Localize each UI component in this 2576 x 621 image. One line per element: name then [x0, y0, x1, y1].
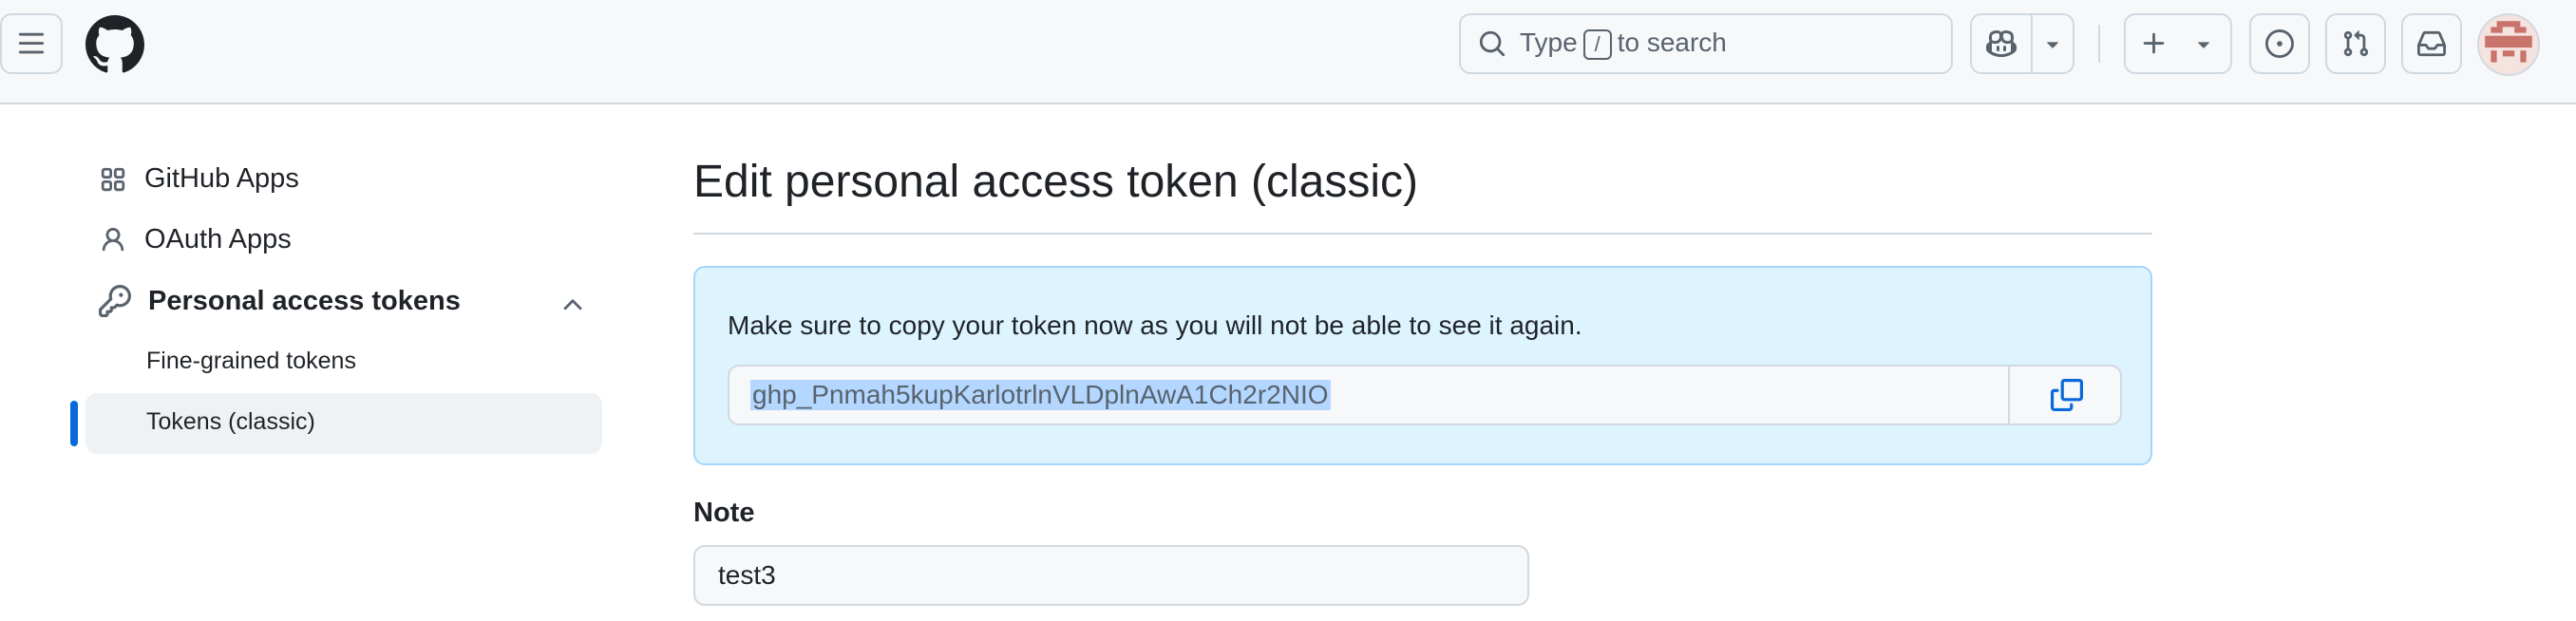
your-issues-button[interactable]: [2249, 13, 2310, 74]
sidebar-item-oauth-apps[interactable]: OAuth Apps: [99, 224, 292, 255]
issue-opened-icon: [2265, 29, 2294, 58]
header-divider: [2098, 25, 2100, 63]
search-prefix-text: Type: [1520, 28, 1578, 57]
triangle-down-icon: [2047, 42, 2058, 48]
your-pull-requests-button[interactable]: [2325, 13, 2386, 74]
hamburger-icon: [18, 32, 45, 54]
sidebar-subitem-tokens-classic[interactable]: Tokens (classic): [146, 408, 315, 436]
page-title: Edit personal access token (classic): [693, 157, 1418, 207]
sidebar-subitem-fine-grained-tokens[interactable]: Fine-grained tokens: [146, 348, 356, 375]
global-header: Type / to search: [0, 0, 2576, 104]
flash-message: Make sure to copy your token now as you …: [728, 310, 1582, 340]
apps-icon: [101, 167, 125, 191]
sidebar-item-label: Personal access tokens: [148, 285, 461, 316]
sidebar-subitem-label: Tokens (classic): [146, 408, 315, 435]
person-icon: [102, 227, 124, 251]
copilot-icon: [1986, 29, 2017, 58]
sidebar-item-github-apps[interactable]: GitHub Apps: [99, 163, 299, 195]
copy-token-button[interactable]: [2008, 367, 2120, 423]
key-icon: [99, 285, 131, 317]
git-pull-request-icon: [2343, 30, 2369, 57]
plus-icon: [2143, 32, 2165, 54]
search-suffix-text: to search: [1617, 28, 1727, 57]
github-mark-icon[interactable]: [85, 15, 144, 74]
sidebar-item-personal-access-tokens[interactable]: Personal access tokens: [99, 285, 461, 317]
token-display: ghp_Pnmah5kupKarlotrlnVLDplnAwA1Ch2r2NIO: [728, 365, 2122, 425]
token-value[interactable]: ghp_Pnmah5kupKarlotrlnVLDplnAwA1Ch2r2NIO: [750, 380, 1331, 410]
sidebar-active-indicator: [70, 401, 78, 446]
user-avatar-button[interactable]: [2477, 13, 2540, 76]
sidebar-subitem-label: Fine-grained tokens: [146, 348, 356, 374]
inbox-button[interactable]: [2401, 13, 2462, 74]
open-global-navigation-button[interactable]: [0, 13, 63, 74]
token-flash-notice: Make sure to copy your token now as you …: [693, 266, 2152, 465]
copy-icon: [2051, 379, 2083, 411]
search-icon: [1479, 30, 1506, 57]
token-value-field[interactable]: ghp_Pnmah5kupKarlotrlnVLDplnAwA1Ch2r2NIO: [729, 367, 2008, 423]
note-label: Note: [693, 498, 755, 528]
avatar-identicon: [2479, 15, 2538, 74]
search-input[interactable]: Type / to search: [1459, 13, 1953, 74]
search-placeholder: Type / to search: [1520, 28, 1727, 60]
copilot-chat-button[interactable]: [1972, 15, 2033, 72]
note-input[interactable]: [693, 545, 1529, 606]
copilot-menu-button[interactable]: [2033, 15, 2073, 72]
triangle-down-icon: [2198, 42, 2209, 48]
inbox-icon: [2417, 30, 2446, 57]
sidebar-item-label: OAuth Apps: [144, 224, 292, 254]
copilot-button-group: [1970, 13, 2074, 74]
create-new-button[interactable]: [2124, 13, 2232, 74]
sidebar-item-label: GitHub Apps: [144, 163, 299, 194]
title-divider: [693, 233, 2152, 235]
search-shortcut-key: /: [1582, 29, 1612, 60]
chevron-up-icon[interactable]: [559, 291, 587, 319]
